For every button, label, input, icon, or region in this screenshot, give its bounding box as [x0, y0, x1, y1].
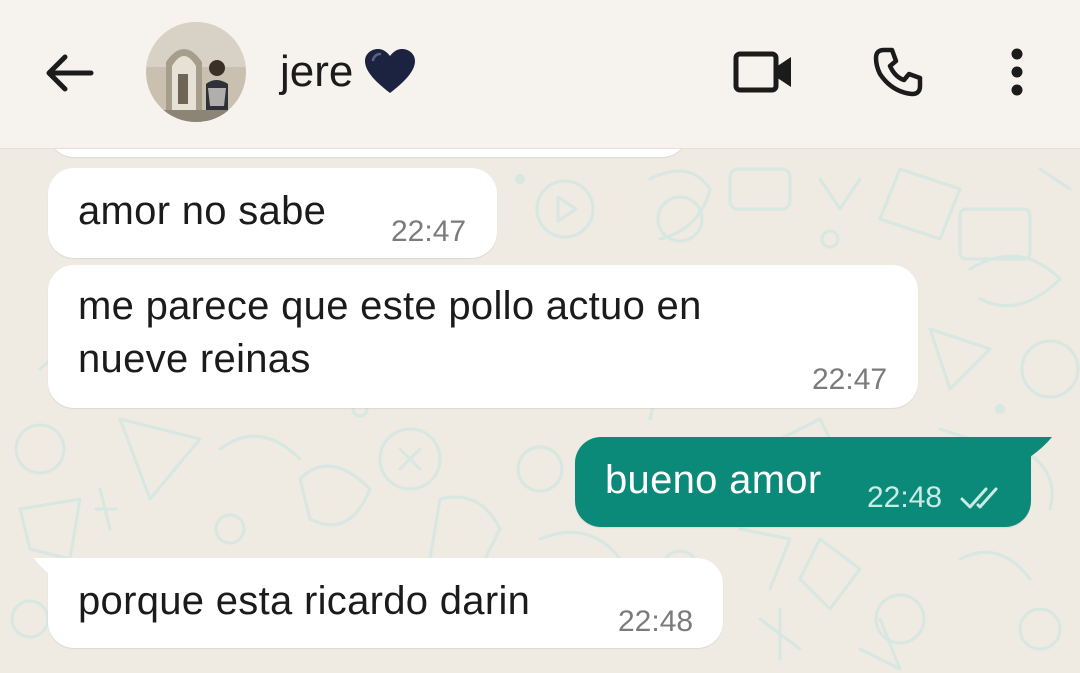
message-text-line: nueve reinas [78, 337, 311, 381]
outgoing-bubble-tail [1024, 437, 1052, 457]
message-bubble[interactable]: amor no sabe 22:47 [48, 168, 497, 258]
message-text-line: me parece que este pollo actuo en [78, 284, 702, 328]
message-time: 22:47 [391, 215, 467, 248]
avatar[interactable] [146, 22, 246, 122]
message-text: amor no sabe [78, 189, 327, 233]
phone-icon [873, 47, 923, 97]
message-bubble[interactable]: porque esta ricardo darin 22:48 [48, 558, 723, 648]
message-bubble-partial [48, 149, 688, 157]
message-text: bueno amor [605, 458, 822, 502]
video-call-button[interactable] [728, 40, 798, 104]
more-options-button[interactable] [992, 40, 1042, 104]
message-time: 22:48 [867, 481, 943, 514]
voice-call-button[interactable] [866, 40, 930, 104]
message-list[interactable]: amor no sabe 22:47 me parece que este po… [0, 149, 1080, 673]
contact-name[interactable]: jere [280, 44, 417, 100]
more-vertical-icon [1011, 48, 1023, 96]
arrow-left-icon [46, 54, 94, 92]
contact-name-text: jere [280, 47, 354, 96]
video-camera-icon [733, 51, 791, 93]
message-time: 22:47 [812, 363, 888, 396]
message-bubble[interactable]: bueno amor 22:48 [575, 437, 1031, 527]
message-text: porque esta ricardo darin [78, 579, 531, 623]
avatar-photo [146, 22, 246, 122]
message-time: 22:48 [618, 605, 694, 638]
back-button[interactable] [40, 44, 98, 102]
chat-header: jere [0, 0, 1080, 149]
double-check-icon [960, 487, 998, 509]
heart-icon [365, 49, 416, 93]
message-bubble[interactable]: me parece que este pollo actuo en nueve … [48, 265, 918, 408]
